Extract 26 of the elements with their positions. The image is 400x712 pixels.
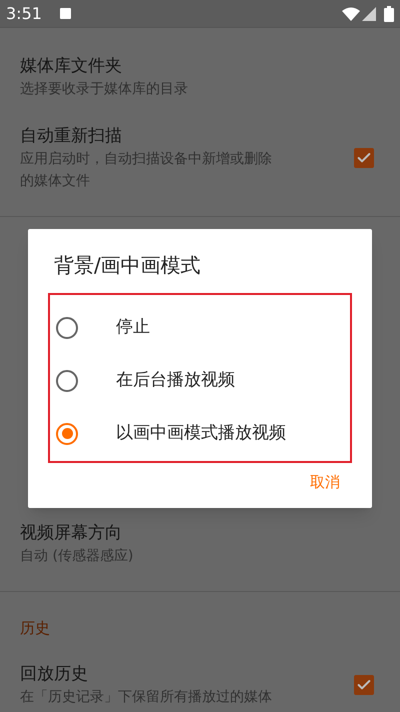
radio-button[interactable] xyxy=(56,316,78,338)
radio-option[interactable]: 停止 xyxy=(50,301,350,354)
battery-icon xyxy=(384,6,394,22)
radio-option[interactable]: 在后台播放视频 xyxy=(50,354,350,407)
setting-description: 应用启动时，自动扫描设备中新增或删除 的媒体文件 xyxy=(20,150,273,191)
setting-title: 回放历史 xyxy=(20,663,89,686)
option-label: 在后台播放视频 xyxy=(116,368,235,392)
option-label: 停止 xyxy=(116,316,150,339)
checkbox[interactable] xyxy=(354,148,374,168)
setting-title: 视频屏幕方向 xyxy=(20,522,123,545)
signal-icon xyxy=(362,6,376,20)
notification-icon xyxy=(60,8,71,19)
wifi-icon xyxy=(342,6,360,20)
setting-title: 媒体库文件夹 xyxy=(20,55,123,78)
status-time: 3:51 xyxy=(6,2,42,24)
radio-button[interactable] xyxy=(56,370,78,392)
checkbox[interactable] xyxy=(354,675,374,695)
setting-description: 选择要收录于媒体库的目录 xyxy=(20,80,189,99)
section-header: 历史 xyxy=(20,618,51,638)
setting-title: 自动重新扫描 xyxy=(20,125,123,148)
dialog-title: 背景/画中画模式 xyxy=(53,252,202,279)
option-label: 以画中画模式播放视频 xyxy=(116,422,286,445)
radio-button[interactable] xyxy=(56,422,78,444)
setting-description: 在「历史记录」下保留所有播放过的媒体 xyxy=(20,688,273,707)
radio-option[interactable]: 以画中画模式播放视频 xyxy=(50,407,350,460)
setting-description: 自动 (传感器感应) xyxy=(20,547,134,566)
